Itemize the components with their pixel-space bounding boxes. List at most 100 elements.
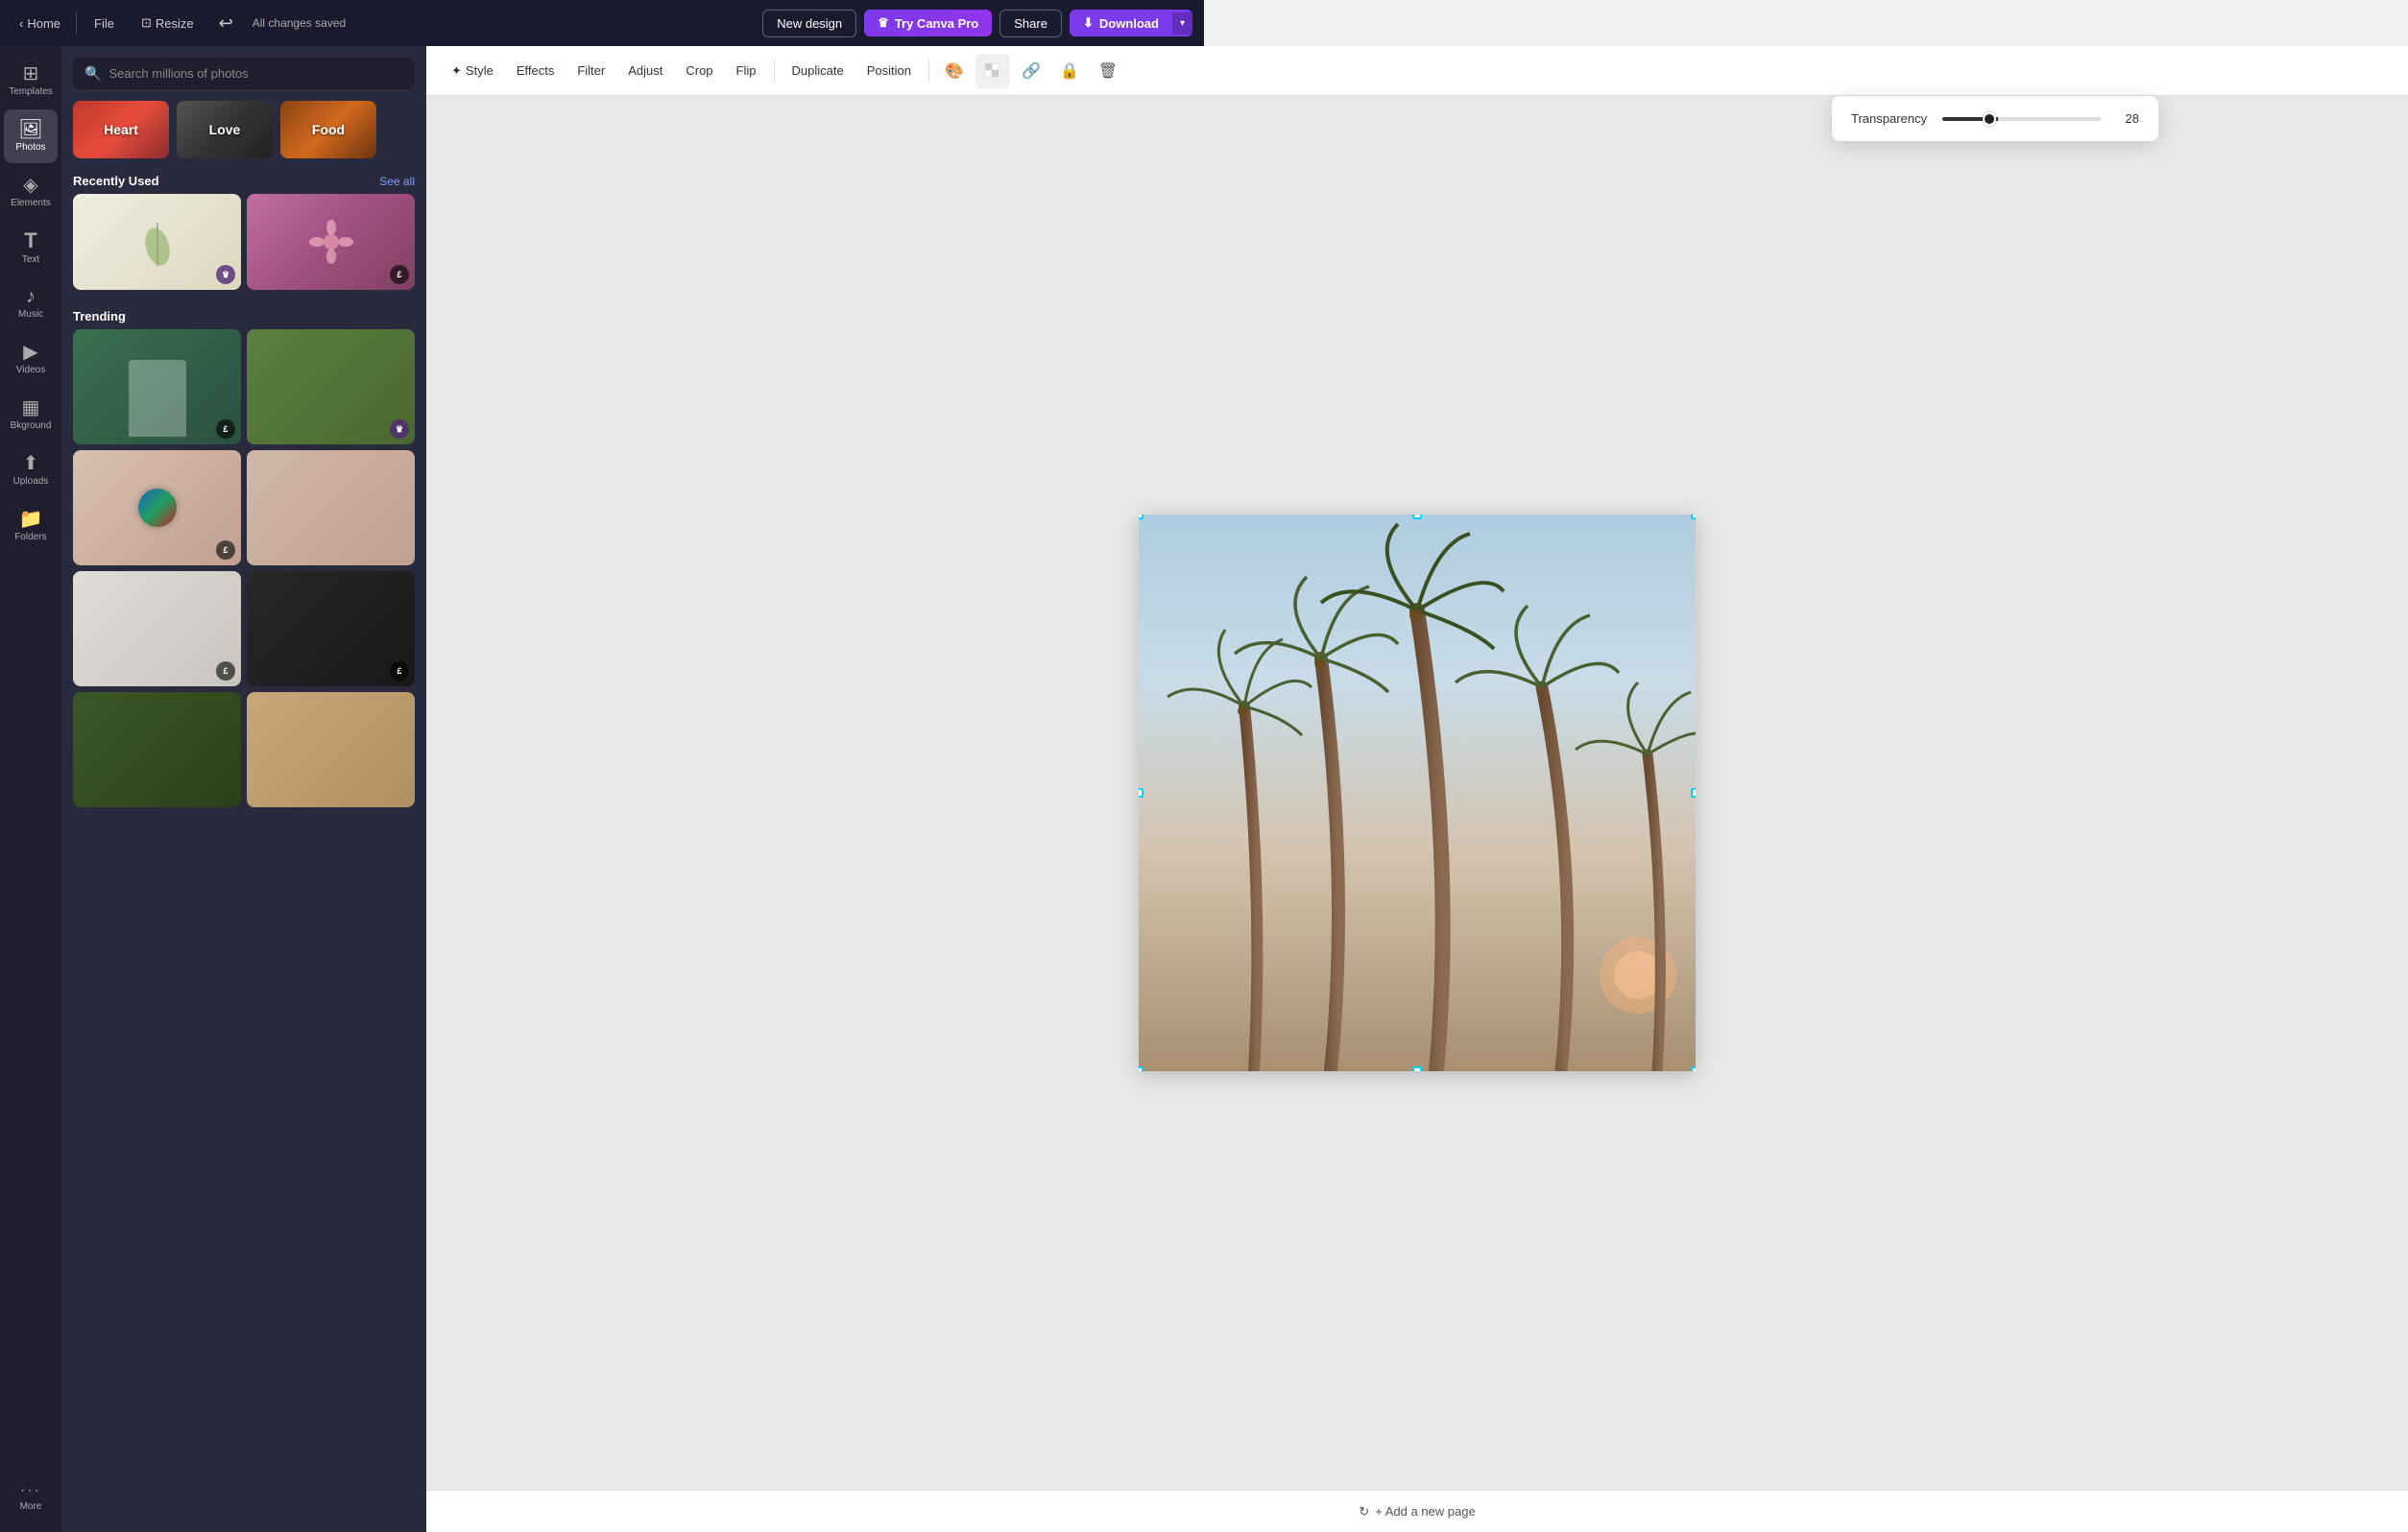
- category-chip-heart[interactable]: Heart: [73, 101, 169, 158]
- trending-photo-3[interactable]: [247, 450, 415, 565]
- transparency-label: Transparency: [1851, 111, 1927, 126]
- badge-2: £: [216, 540, 235, 560]
- duplicate-label: Duplicate: [792, 63, 844, 78]
- badge-pound-1: £: [390, 265, 409, 284]
- elements-label: Elements: [11, 198, 51, 208]
- download-main-button[interactable]: ⬇ Download: [1070, 10, 1172, 36]
- sidebar-item-photos[interactable]: 🖼 Photos: [4, 109, 58, 163]
- category-chip-love[interactable]: Love: [177, 101, 273, 158]
- trending-photo-0[interactable]: £: [73, 329, 241, 444]
- recently-used-photo-1[interactable]: £: [247, 194, 415, 290]
- saved-status: All changes saved: [253, 16, 755, 30]
- add-page-bar[interactable]: ↻ + Add a new page: [426, 1490, 2408, 1532]
- sidebar-item-background[interactable]: ▦ Bkground: [4, 388, 58, 442]
- style-button[interactable]: ✦ Style: [442, 58, 503, 84]
- sidebar-item-text[interactable]: T Text: [4, 221, 58, 275]
- home-label: Home: [27, 16, 60, 31]
- text-label: Text: [22, 254, 39, 265]
- trending-photo-2[interactable]: £: [73, 450, 241, 565]
- home-button[interactable]: ‹ Home: [12, 12, 68, 35]
- sidebar-item-elements[interactable]: ◈ Elements: [4, 165, 58, 219]
- trending-photo-6[interactable]: [73, 692, 241, 807]
- try-pro-button[interactable]: ♛ Try Canva Pro: [864, 10, 992, 36]
- filter-button[interactable]: Filter: [567, 58, 614, 84]
- file-label: File: [94, 16, 114, 31]
- search-input[interactable]: [108, 66, 403, 81]
- sidebar-item-uploads[interactable]: ⬆ Uploads: [4, 443, 58, 497]
- crop-button[interactable]: Crop: [676, 58, 722, 84]
- add-page-label: + Add a new page: [1375, 1504, 1475, 1519]
- download-label: Download: [1099, 16, 1159, 31]
- templates-icon: ⊞: [23, 64, 39, 84]
- uploads-label: Uploads: [13, 476, 49, 487]
- transparency-slider[interactable]: [1942, 117, 2101, 121]
- badge-5: £: [390, 661, 409, 681]
- elements-icon: ◈: [23, 176, 37, 195]
- position-button[interactable]: Position: [857, 58, 921, 84]
- photos-panel: 🔍 Heart Love Food Recently Used See all: [61, 46, 426, 1532]
- trending-photo-7[interactable]: [247, 692, 415, 807]
- transparency-button[interactable]: [975, 54, 1010, 88]
- resize-button[interactable]: ⊡ Resize: [132, 12, 204, 35]
- videos-icon: ▶: [23, 343, 37, 362]
- trending-photo-4[interactable]: £: [73, 571, 241, 686]
- folders-label: Folders: [14, 532, 46, 542]
- badge-1: ♛: [390, 419, 409, 439]
- download-button-group: ⬇ Download ▾: [1070, 10, 1192, 36]
- toolbar-separator: [774, 60, 775, 83]
- transparency-value: 28: [2116, 111, 2139, 126]
- category-chip-food[interactable]: Food: [280, 101, 376, 158]
- recently-used-photo-0[interactable]: ♛: [73, 194, 241, 290]
- uploads-icon: ⬆: [23, 454, 39, 473]
- duplicate-button[interactable]: Duplicate: [783, 58, 854, 84]
- position-label: Position: [867, 63, 911, 78]
- background-icon: ▦: [22, 398, 40, 418]
- sidebar-item-videos[interactable]: ▶ Videos: [4, 332, 58, 386]
- undo-button[interactable]: ↩: [211, 10, 241, 37]
- category-strip: Heart Love Food: [61, 97, 426, 166]
- badge-0: £: [216, 419, 235, 439]
- add-page-icon: ↻: [1359, 1504, 1369, 1520]
- lock-button[interactable]: 🔒: [1052, 54, 1087, 88]
- nav-divider-1: [76, 12, 77, 35]
- style-icon: ✦: [451, 63, 462, 79]
- recently-used-title: Recently Used: [73, 174, 159, 188]
- left-sidebar: ⊞ Templates 🖼 Photos ◈ Elements T Text ♪…: [0, 46, 61, 1532]
- sidebar-item-folders[interactable]: 📁 Folders: [4, 499, 58, 553]
- sidebar-item-more[interactable]: ··· More: [4, 1471, 58, 1524]
- flip-button[interactable]: Flip: [727, 58, 766, 84]
- folders-icon: 📁: [19, 510, 43, 529]
- effects-button[interactable]: Effects: [507, 58, 565, 84]
- flip-label: Flip: [736, 63, 757, 78]
- chip-food-label: Food: [280, 101, 376, 158]
- new-design-button[interactable]: New design: [762, 10, 856, 37]
- share-button[interactable]: Share: [999, 10, 1062, 37]
- share-label: Share: [1014, 16, 1047, 31]
- style-label: Style: [466, 63, 494, 78]
- trending-photo-5[interactable]: £: [247, 571, 415, 686]
- transparency-popup: Transparency 28: [1832, 96, 2158, 141]
- crown-icon: ♛: [878, 15, 889, 31]
- recently-used-header: Recently Used See all: [61, 166, 426, 194]
- see-all-link[interactable]: See all: [379, 175, 415, 188]
- search-bar-wrapper: 🔍: [61, 46, 426, 97]
- trending-header: Trending: [61, 301, 426, 329]
- canvas-toolbar: ✦ Style Effects Filter Adjust Crop Flip …: [426, 46, 2408, 96]
- delete-button[interactable]: 🗑: [1091, 54, 1125, 88]
- paintbucket-button[interactable]: 🎨: [937, 54, 972, 88]
- link-button[interactable]: 🔗: [1014, 54, 1048, 88]
- text-icon: T: [24, 230, 36, 251]
- sidebar-item-music[interactable]: ♪ Music: [4, 276, 58, 330]
- chevron-left-icon: ‹: [19, 16, 23, 31]
- canvas-page[interactable]: ↻: [1139, 515, 1696, 1071]
- sidebar-item-templates[interactable]: ⊞ Templates: [4, 54, 58, 108]
- download-caret-button[interactable]: ▾: [1172, 12, 1192, 35]
- adjust-button[interactable]: Adjust: [618, 58, 672, 84]
- badge-crown-0: ♛: [216, 265, 235, 284]
- new-design-label: New design: [777, 16, 842, 31]
- top-navigation: ‹ Home File ⊡ Resize ↩ All changes saved…: [0, 0, 1204, 46]
- search-bar: 🔍: [73, 58, 415, 89]
- crop-label: Crop: [686, 63, 712, 78]
- file-button[interactable]: File: [84, 12, 124, 35]
- trending-photo-1[interactable]: ♛: [247, 329, 415, 444]
